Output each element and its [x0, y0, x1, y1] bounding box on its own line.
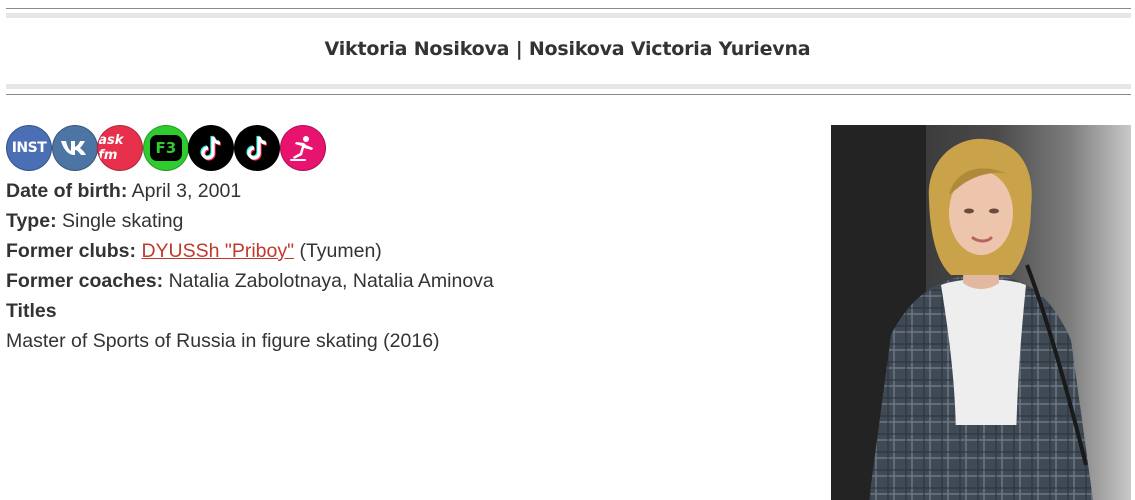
fs-icon[interactable]: F3 [142, 125, 189, 171]
profile-photo [831, 125, 1131, 500]
clubs-label: Former clubs: [6, 240, 137, 262]
dob-row: Date of birth: April 3, 2001 [6, 176, 494, 206]
type-row: Type: Single skating [6, 206, 494, 236]
titles-label: Titles [6, 300, 57, 322]
social-links: INST ask fm F3 [6, 125, 326, 171]
instagram-icon[interactable]: INST [6, 125, 52, 171]
instagram-label: INST [11, 140, 47, 156]
askfm-icon[interactable]: ask fm [97, 125, 144, 171]
tiktok-icon[interactable] [234, 125, 281, 171]
coaches-value: Natalia Zabolotnaya, Natalia Aminova [168, 270, 494, 292]
type-value: Single skating [61, 210, 184, 232]
skater-glyph [289, 136, 313, 161]
page-title: Viktoria Nosikova | Nosikova Victoria Yu… [324, 38, 811, 60]
profile-info: Date of birth: April 3, 2001 Type: Singl… [6, 176, 494, 356]
figure-skating-icon[interactable] [279, 125, 326, 171]
club-city: (Tyumen) [299, 240, 382, 262]
header-band-bottom [6, 84, 1131, 89]
askfm-label: ask fm [98, 133, 124, 163]
fs-label: F3 [155, 139, 177, 157]
club-link[interactable]: DYUSSh "Priboy" [141, 240, 294, 262]
tiktok-glyph [246, 135, 268, 161]
vk-icon[interactable] [51, 125, 98, 171]
coaches-row: Former coaches: Natalia Zabolotnaya, Nat… [6, 266, 494, 296]
coaches-label: Former coaches: [6, 270, 164, 292]
tiktok-icon[interactable] [188, 125, 235, 171]
vk-glyph [60, 141, 86, 155]
type-label: Type: [6, 210, 57, 232]
header-rule-bottom [6, 94, 1131, 95]
clubs-row: Former clubs: DYUSSh "Priboy" (Tyumen) [6, 236, 494, 266]
dob-label: Date of birth: [6, 180, 128, 202]
header-band-top [6, 13, 1131, 18]
titles-value: Master of Sports of Russia in figure ska… [6, 330, 440, 352]
tiktok-glyph [200, 135, 222, 161]
titles-heading-row: Titles [6, 296, 494, 326]
dob-value: April 3, 2001 [131, 180, 242, 202]
header-rule-top [6, 8, 1131, 9]
